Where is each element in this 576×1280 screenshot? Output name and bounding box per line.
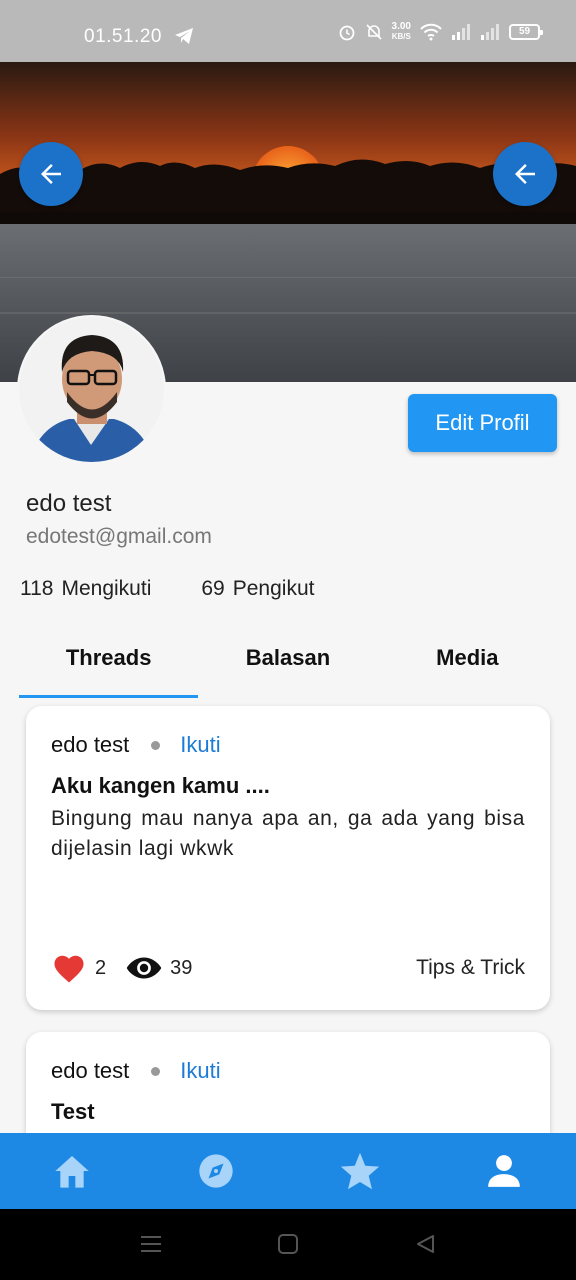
following-count: 118 [20, 577, 54, 600]
signal-icon [481, 24, 499, 40]
followers-label: Pengikut [232, 577, 315, 600]
tab-threads[interactable]: Threads [19, 628, 198, 698]
arrow-left-icon [41, 164, 61, 184]
thread-footer: 2 39 Tips & Trick [51, 951, 525, 985]
followers-stat[interactable]: 69 Pengikut [201, 577, 314, 601]
followers-count: 69 [201, 577, 225, 600]
follow-link[interactable]: Ikuti [180, 732, 220, 758]
like-count: 2 [95, 956, 107, 979]
secondary-back-button[interactable] [493, 142, 557, 206]
thread-author[interactable]: edo test [51, 1058, 129, 1084]
star-icon [340, 1152, 380, 1190]
menu-icon[interactable] [140, 1233, 162, 1255]
thread-body: Bingung mau nanya apa an, ga ada yang bi… [51, 807, 525, 860]
follow-link[interactable]: Ikuti [180, 1058, 220, 1084]
avatar-image [19, 317, 164, 462]
back-triangle-icon[interactable] [414, 1233, 436, 1255]
bottom-nav [0, 1133, 576, 1209]
network-speed: 3.00 KB/S [392, 22, 411, 42]
profile-stats: 118 Mengikuti 69 Pengikut [20, 577, 364, 601]
separator-dot [151, 1066, 161, 1076]
compass-icon [199, 1154, 233, 1188]
thread-header: edo test Ikuti [51, 1058, 221, 1084]
tab-indicator [19, 695, 198, 698]
mute-icon [365, 24, 382, 40]
alarm-icon [339, 25, 354, 41]
status-bar: 01.51.20 3.00 KB/S 59 [0, 0, 576, 62]
status-time: 01.51.20 [84, 26, 162, 47]
person-icon [488, 1155, 520, 1187]
nav-favorites[interactable] [288, 1133, 432, 1209]
arrow-left-icon [515, 164, 535, 184]
battery-icon: 59 [509, 24, 543, 40]
profile-name: edo test [26, 490, 112, 517]
eye-icon [126, 957, 162, 979]
avatar[interactable] [19, 317, 164, 462]
thread-author[interactable]: edo test [51, 732, 129, 758]
separator-dot [151, 740, 161, 750]
thread-title: Aku kangen kamu .... [51, 773, 270, 798]
tab-media[interactable]: Media [378, 628, 557, 698]
thread-title: Test [51, 1099, 95, 1124]
profile-tabs: Threads Balasan Media [19, 628, 557, 698]
thread-header: edo test Ikuti [51, 732, 221, 758]
heart-icon[interactable] [51, 952, 87, 984]
profile-email: edotest@gmail.com [26, 525, 212, 548]
view-count: 39 [170, 956, 193, 979]
back-button[interactable] [19, 142, 83, 206]
system-nav-bar [0, 1209, 576, 1280]
nav-profile[interactable] [432, 1133, 576, 1209]
home-square-icon[interactable] [277, 1233, 299, 1255]
home-icon [55, 1156, 89, 1188]
thread-card[interactable]: edo test Ikuti Aku kangen kamu .... Bing… [26, 706, 550, 1010]
thread-category[interactable]: Tips & Trick [416, 956, 525, 980]
tab-balasan[interactable]: Balasan [198, 628, 377, 698]
following-stat[interactable]: 118 Mengikuti [20, 577, 151, 601]
signal-icon [452, 24, 470, 40]
telegram-icon [175, 28, 193, 44]
status-icons: 3.00 KB/S 59 [338, 22, 543, 42]
nav-home[interactable] [0, 1133, 144, 1209]
following-label: Mengikuti [61, 577, 152, 600]
edit-profile-button[interactable]: Edit Profil [408, 394, 557, 452]
wifi-icon [420, 23, 442, 41]
speed-unit: KB/S [391, 32, 411, 41]
nav-explore[interactable] [144, 1133, 288, 1209]
speed-value: 3.00 [391, 21, 411, 32]
